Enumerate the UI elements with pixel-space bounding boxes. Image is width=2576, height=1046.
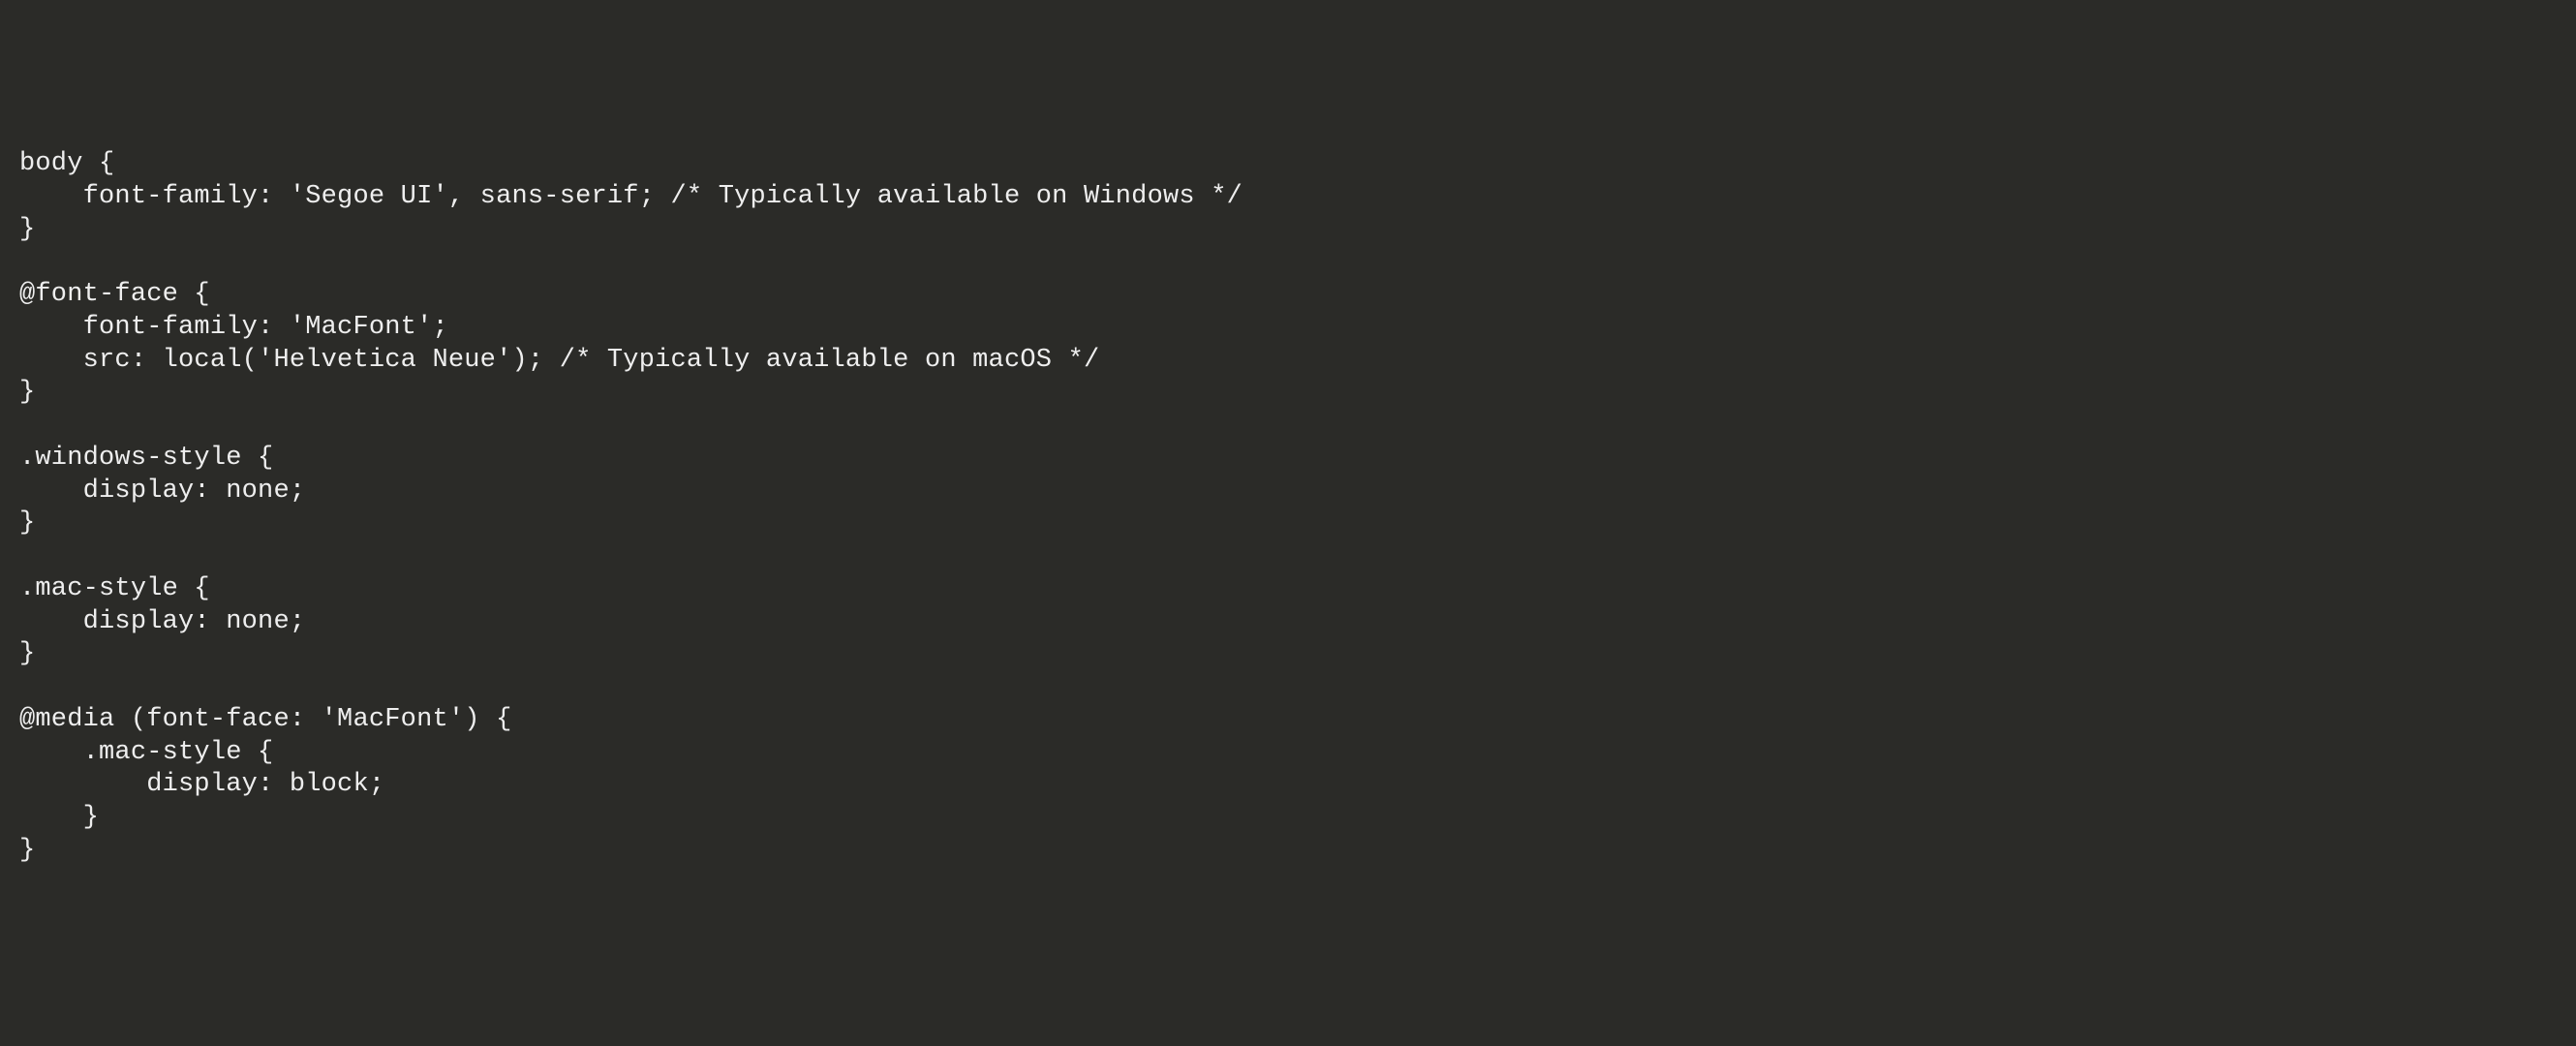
code-line: } bbox=[19, 802, 2557, 835]
code-line: } bbox=[19, 508, 2557, 540]
code-line: @media (font-face: 'MacFont') { bbox=[19, 704, 2557, 737]
code-line: } bbox=[19, 214, 2557, 247]
code-line: display: none; bbox=[19, 476, 2557, 508]
code-line: .windows-style { bbox=[19, 443, 2557, 476]
code-line: display: block; bbox=[19, 769, 2557, 802]
code-line: src: local('Helvetica Neue'); /* Typical… bbox=[19, 345, 2557, 378]
code-line: .mac-style { bbox=[19, 573, 2557, 606]
code-line: font-family: 'Segoe UI', sans-serif; /* … bbox=[19, 181, 2557, 214]
code-line: font-family: 'MacFont'; bbox=[19, 312, 2557, 345]
code-line bbox=[19, 246, 2557, 279]
code-line bbox=[19, 540, 2557, 573]
code-line bbox=[19, 410, 2557, 443]
code-line: body { bbox=[19, 148, 2557, 181]
code-line: } bbox=[19, 638, 2557, 671]
code-line: @font-face { bbox=[19, 279, 2557, 312]
code-line: } bbox=[19, 835, 2557, 868]
code-line: display: none; bbox=[19, 606, 2557, 639]
code-line: } bbox=[19, 377, 2557, 410]
code-block: body { font-family: 'Segoe UI', sans-ser… bbox=[19, 148, 2557, 868]
code-line: .mac-style { bbox=[19, 737, 2557, 770]
code-line bbox=[19, 671, 2557, 704]
